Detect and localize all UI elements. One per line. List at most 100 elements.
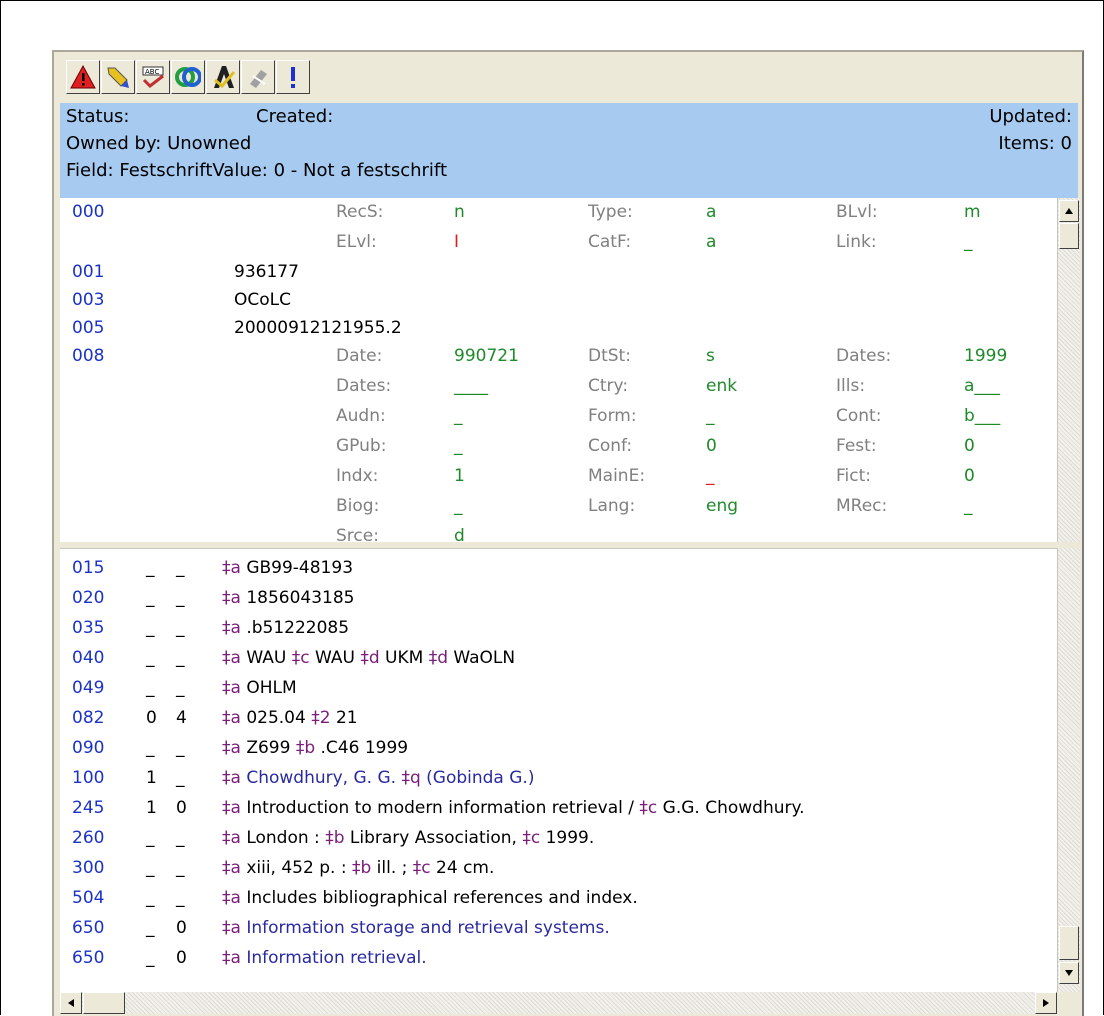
fixed-field-value[interactable]: ____ [454, 376, 488, 396]
connect-button[interactable] [171, 60, 205, 94]
table-row[interactable]: 090 _ _ ‡a Z699 ‡b .C46 1999 [60, 733, 1050, 763]
indicator-1[interactable]: _ [146, 943, 155, 973]
fixed-fields-scrollbar[interactable] [1057, 198, 1080, 542]
indicator-1[interactable]: _ [146, 883, 155, 913]
field-tag[interactable]: 082 [72, 703, 104, 733]
table-row[interactable]: 260 _ _ ‡a London : ‡b Library Association,… [60, 823, 1050, 853]
table-row[interactable]: 035 _ _ ‡a .b51222085 [60, 613, 1050, 643]
control-field-value[interactable]: 20000912121955.2 [234, 318, 402, 338]
scroll-thumb[interactable] [1059, 223, 1079, 249]
exclamation-button[interactable] [276, 60, 310, 94]
table-row[interactable]: 650 _ 0 ‡a Information retrieval. [60, 943, 1050, 973]
indicator-1[interactable]: 0 [146, 703, 157, 733]
indicator-2[interactable]: _ [176, 613, 185, 643]
field-tag[interactable]: 000 [72, 202, 104, 222]
scroll-up-button[interactable] [1059, 200, 1079, 222]
table-row[interactable]: 015 _ _ ‡a GB99-48193 [60, 553, 1050, 583]
field-content[interactable]: ‡a .b51222085 [222, 613, 349, 643]
fixed-field-value[interactable]: 1 [454, 466, 465, 486]
field-content[interactable]: ‡a Z699 ‡b .C46 1999 [222, 733, 408, 763]
field-content[interactable]: ‡a London : ‡b Library Association, ‡c 1… [222, 823, 594, 853]
table-row[interactable]: 100 1 _ ‡a Chowdhury, G. G. ‡q (Gobinda G.) [60, 763, 1050, 793]
indicator-1[interactable]: 1 [146, 763, 157, 793]
field-content[interactable]: ‡a Includes bibliographical references a… [222, 883, 638, 913]
indicator-2[interactable]: _ [176, 883, 185, 913]
field-tag[interactable]: 003 [72, 290, 104, 310]
variable-fields-scrollbar[interactable] [1057, 548, 1080, 992]
fixed-field-value[interactable]: 990721 [454, 346, 519, 366]
indicator-1[interactable]: _ [146, 613, 155, 643]
fixed-field-value[interactable]: 0 [964, 436, 975, 456]
field-content[interactable]: ‡a 1856043185 [222, 583, 355, 613]
control-field-value[interactable]: OCoLC [234, 290, 291, 310]
indicator-1[interactable]: 1 [146, 793, 157, 823]
indicator-2[interactable]: _ [176, 583, 185, 613]
field-tag[interactable]: 090 [72, 733, 104, 763]
field-tag[interactable]: 650 [72, 943, 104, 973]
indicator-1[interactable]: _ [146, 733, 155, 763]
field-tag[interactable]: 001 [72, 262, 104, 282]
field-tag[interactable]: 015 [72, 553, 104, 583]
table-row[interactable]: 020 _ _ ‡a 1856043185 [60, 583, 1050, 613]
indicator-2[interactable]: _ [176, 763, 185, 793]
spellcheck-button[interactable]: ABC [136, 60, 170, 94]
validate-button[interactable] [206, 60, 240, 94]
fixed-field-value[interactable]: _ [454, 436, 463, 456]
field-content[interactable]: ‡a Introduction to modern information re… [222, 793, 805, 823]
table-row[interactable]: 300 _ _ ‡a xiii, 452 p. : ‡b ill. ; ‡c 24 c… [60, 853, 1050, 883]
field-content[interactable]: ‡a WAU ‡c WAU ‡d UKM ‡d WaOLN [222, 643, 515, 673]
indicator-1[interactable]: _ [146, 673, 155, 703]
fixed-field-value[interactable]: a___ [964, 376, 1000, 396]
fixed-field-value[interactable]: b___ [964, 406, 1000, 426]
field-tag[interactable]: 008 [72, 346, 104, 366]
indicator-1[interactable]: _ [146, 583, 155, 613]
fixed-field-value[interactable]: _ [454, 496, 463, 516]
field-tag[interactable]: 049 [72, 673, 104, 703]
fixed-field-value[interactable]: enk [706, 376, 737, 396]
field-tag[interactable]: 260 [72, 823, 104, 853]
indicator-2[interactable]: _ [176, 673, 185, 703]
scroll-left-button[interactable] [60, 992, 82, 1014]
indicator-2[interactable]: 4 [176, 703, 187, 733]
fixed-field-value[interactable]: eng [706, 496, 738, 516]
indicator-2[interactable]: _ [176, 553, 185, 583]
indicator-1[interactable]: _ [146, 643, 155, 673]
error-triangle-button[interactable] [66, 60, 100, 94]
fixed-field-value[interactable]: 1999 [964, 346, 1007, 366]
indicator-2[interactable]: _ [176, 823, 185, 853]
table-row[interactable]: 245 1 0 ‡a Introduction to modern informati… [60, 793, 1050, 823]
indicator-2[interactable]: _ [176, 853, 185, 883]
fixed-field-value[interactable]: 0 [706, 436, 717, 456]
field-content[interactable]: ‡a OHLM [222, 673, 297, 703]
field-content[interactable]: ‡a GB99-48193 [222, 553, 353, 583]
field-content[interactable]: ‡a Information storage and retrieval sys… [222, 913, 610, 943]
scroll-thumb[interactable] [1059, 926, 1079, 960]
fixed-field-value[interactable]: _ [454, 406, 463, 426]
fixed-field-value[interactable]: _ [964, 496, 973, 516]
scroll-down-button[interactable] [1059, 962, 1079, 984]
fixed-field-value[interactable]: _ [706, 406, 715, 426]
fixed-field-value[interactable]: a [706, 202, 716, 222]
fixed-field-value[interactable]: _ [964, 232, 973, 252]
fixed-field-value[interactable]: s [706, 346, 715, 366]
horizontal-scrollbar[interactable] [60, 992, 1057, 1014]
field-tag[interactable]: 504 [72, 883, 104, 913]
fixed-field-value[interactable]: d [454, 526, 465, 542]
fixed-field-value[interactable]: n [454, 202, 465, 222]
disabled-tool-button[interactable] [241, 60, 275, 94]
indicator-2[interactable]: _ [176, 643, 185, 673]
field-tag[interactable]: 035 [72, 613, 104, 643]
table-row[interactable]: 049 _ _ ‡a OHLM [60, 673, 1050, 703]
field-tag[interactable]: 100 [72, 763, 104, 793]
fixed-field-value[interactable]: _ [706, 466, 715, 486]
indicator-1[interactable]: _ [146, 823, 155, 853]
scroll-right-button[interactable] [1035, 992, 1057, 1014]
field-tag[interactable]: 020 [72, 583, 104, 613]
field-content[interactable]: ‡a Information retrieval. [222, 943, 427, 973]
highlighter-button[interactable] [101, 60, 135, 94]
field-tag[interactable]: 245 [72, 793, 104, 823]
field-content[interactable]: ‡a 025.04 ‡2 21 [222, 703, 358, 733]
fixed-field-value[interactable]: I [454, 232, 459, 252]
indicator-2[interactable]: 0 [176, 913, 187, 943]
field-tag[interactable]: 300 [72, 853, 104, 883]
